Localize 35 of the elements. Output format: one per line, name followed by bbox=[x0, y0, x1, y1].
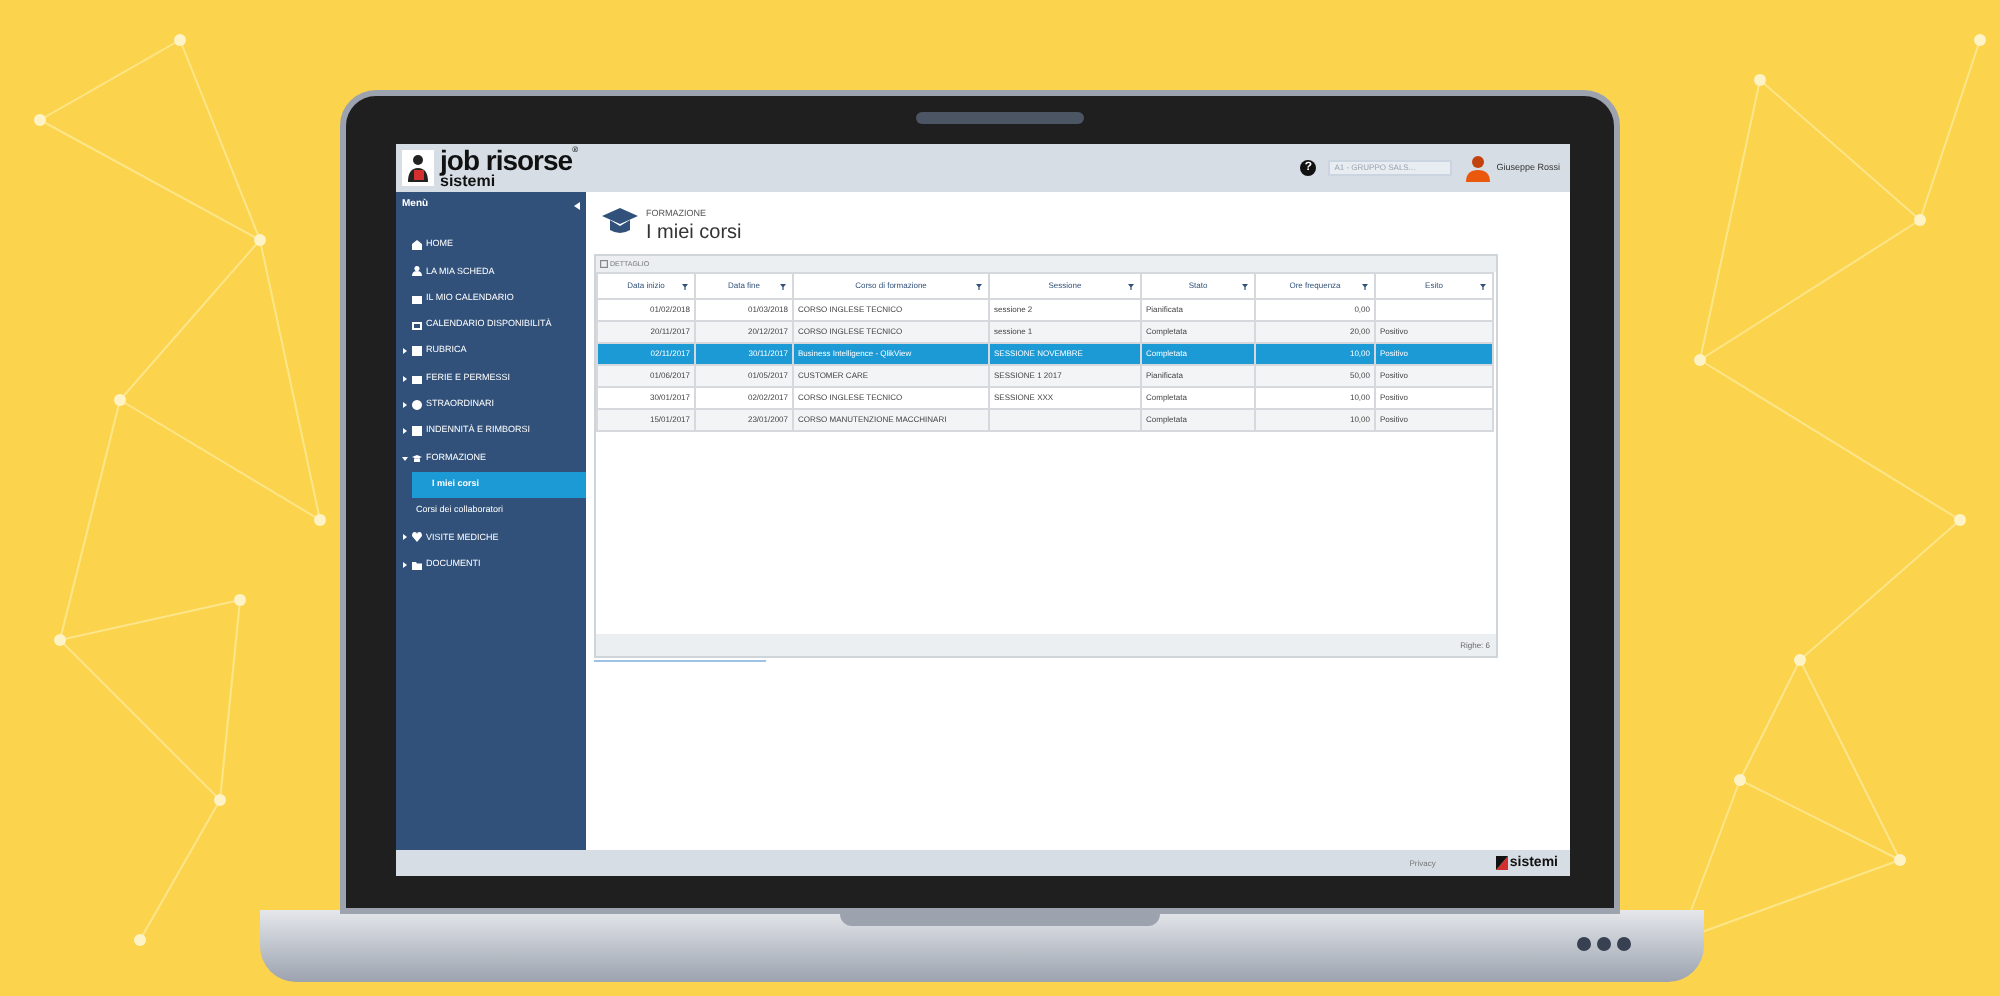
edit-icon bbox=[600, 260, 608, 269]
filter-icon[interactable] bbox=[1242, 284, 1248, 291]
graduation-cap-icon bbox=[602, 208, 638, 236]
collapsed-caret-icon[interactable] bbox=[402, 401, 408, 408]
menu-icon bbox=[412, 346, 422, 357]
collapsed-caret-icon[interactable] bbox=[402, 561, 408, 568]
expanded-caret-icon[interactable] bbox=[402, 455, 408, 462]
menu-icon bbox=[412, 559, 422, 570]
filter-icon[interactable] bbox=[1128, 284, 1134, 291]
logo-figure-icon bbox=[402, 150, 434, 186]
menu-icon bbox=[412, 293, 422, 304]
menu-icon bbox=[412, 373, 422, 384]
collapsed-caret-icon[interactable] bbox=[402, 348, 408, 355]
filter-icon[interactable] bbox=[1480, 284, 1486, 291]
menu-icon bbox=[412, 426, 422, 437]
menu-icon bbox=[412, 399, 422, 410]
filter-icon[interactable] bbox=[976, 284, 982, 291]
filter-icon[interactable] bbox=[780, 284, 786, 291]
logo-title: job risorse bbox=[440, 146, 573, 174]
menu-icon bbox=[412, 453, 422, 464]
menu-icon bbox=[412, 240, 422, 251]
menu-icon bbox=[412, 266, 422, 277]
filter-icon[interactable] bbox=[1362, 284, 1368, 291]
logo-subtitle: sistemi bbox=[440, 174, 498, 190]
collapsed-caret-icon[interactable] bbox=[402, 534, 408, 541]
brand-mark-icon bbox=[1495, 856, 1508, 870]
menu-icon bbox=[412, 532, 422, 543]
collapse-icon[interactable] bbox=[574, 202, 580, 210]
collapsed-caret-icon[interactable] bbox=[402, 428, 408, 435]
menu-icon bbox=[412, 320, 422, 331]
user-avatar-icon bbox=[1466, 154, 1491, 182]
three-dots-icon bbox=[1576, 936, 1632, 952]
page-title: I miei corsi bbox=[646, 221, 742, 247]
collapsed-caret-icon[interactable] bbox=[402, 375, 408, 382]
filter-icon[interactable] bbox=[682, 284, 688, 291]
